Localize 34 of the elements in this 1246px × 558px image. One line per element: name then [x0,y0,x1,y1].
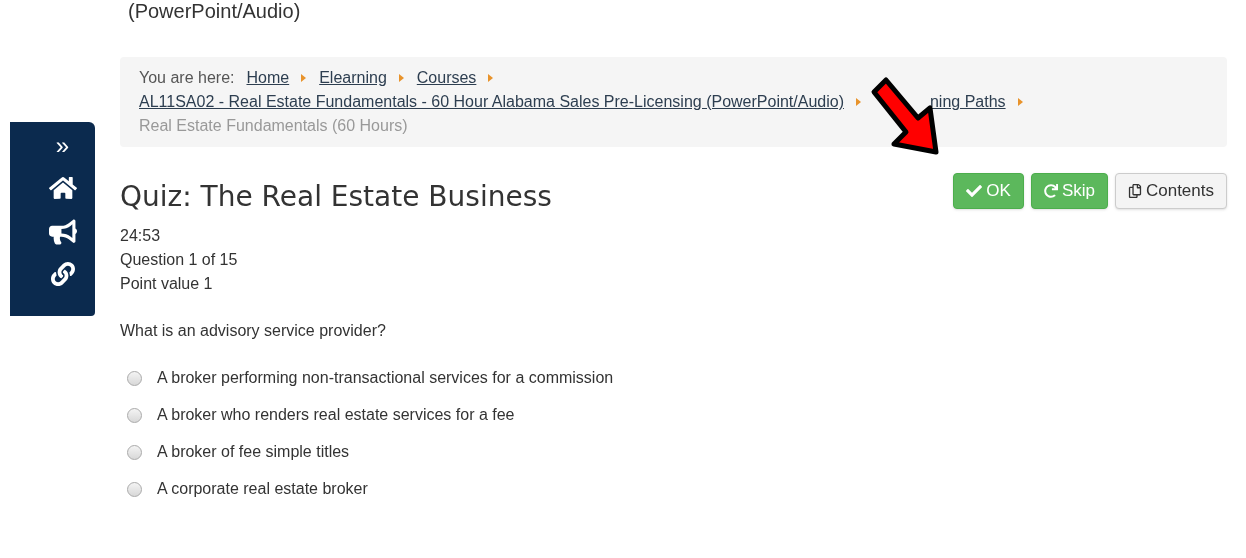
radio-button[interactable] [127,407,142,423]
breadcrumb-link[interactable]: ning Paths [929,90,1006,114]
link-icon[interactable] [50,262,75,286]
answer-option[interactable]: A broker who renders real estate services for a fee [157,403,515,427]
caret-icon [301,73,308,83]
breadcrumb-link[interactable]: Courses [416,66,477,90]
caret-icon [398,73,405,83]
breadcrumb-current: Real Estate Fundamentals (60 Hours) [139,116,409,136]
question-text: What is an advisory service provider? [120,321,387,341]
breadcrumb-link[interactable]: AL11SA02 - Real Estate Fundamentals - 60 Hour Alabama Sales Pre-Licensing (PowerPoint/Audio) [139,90,844,114]
expand-toggle[interactable]: » [55,134,70,158]
answer-option[interactable]: A broker of fee simple titles [157,440,350,464]
point-value: Point value 1 [120,274,214,294]
contents-button[interactable]: Contents [1114,173,1227,209]
answer-option[interactable]: A corporate real estate broker [157,477,368,501]
answer-option[interactable]: A broker performing non-transactional services for a commission [157,366,614,390]
quiz-title: Quiz: The Real Estate Business [120,179,552,215]
quiz-timer: 24:53 [120,226,162,246]
copy-icon [1127,184,1142,198]
caret-icon [1017,97,1024,107]
caret-icon [855,97,862,107]
radio-button[interactable] [127,444,142,460]
caret-icon [488,73,495,83]
radio-button[interactable] [127,481,142,497]
breadcrumb-link[interactable]: Home [246,66,290,90]
radio-button[interactable] [127,370,142,386]
breadcrumb-link[interactable]: Elearning [319,66,387,90]
home-icon[interactable] [48,174,77,202]
question-counter: Question 1 of 15 [120,250,239,270]
check-icon [966,183,983,199]
breadcrumb-prefix: You are here: [139,68,235,88]
redo-icon [1043,184,1058,198]
megaphone-icon[interactable] [48,218,77,246]
page-heading: (PowerPoint/Audio) [128,0,301,22]
